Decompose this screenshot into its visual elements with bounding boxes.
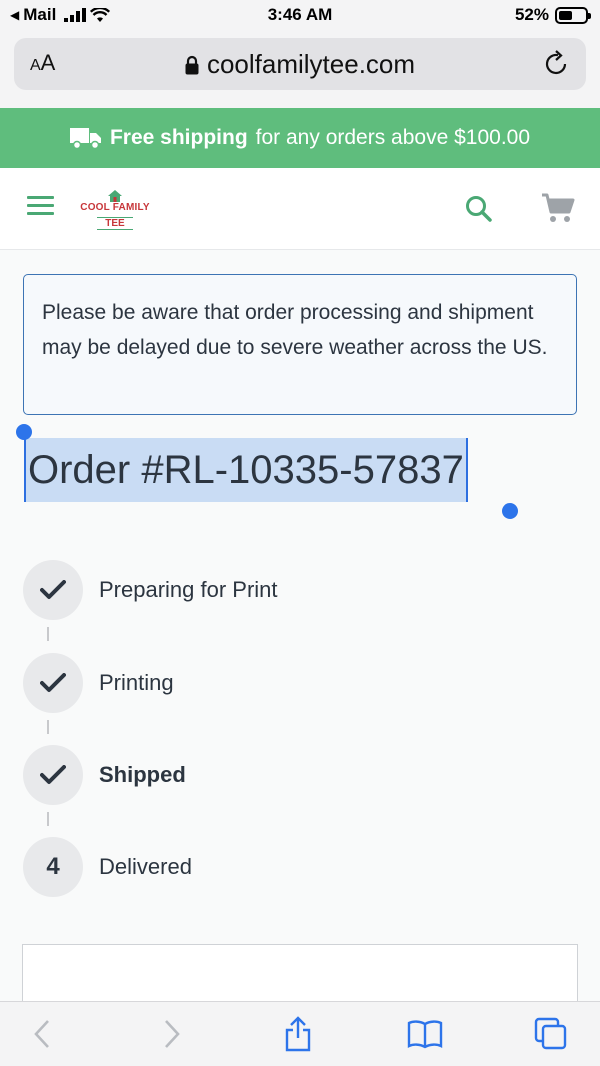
open-book-icon [407, 1020, 443, 1049]
checkmark-icon [40, 765, 66, 784]
promo-text: for any orders above $100.00 [255, 126, 531, 149]
bookmarks-button[interactable] [405, 1016, 445, 1052]
step-label: Printing [99, 670, 174, 695]
order-step-printing: Printing [23, 653, 423, 713]
tabs-icon [534, 1017, 567, 1050]
selection-start-handle[interactable] [16, 424, 32, 440]
clock: 3:46 AM [267, 5, 333, 24]
battery-percent: 52% [514, 5, 549, 24]
step-complete-badge [23, 745, 83, 805]
step-connector [47, 720, 49, 734]
menu-bar [27, 204, 54, 207]
cart-icon[interactable] [541, 192, 575, 224]
tabs-button[interactable] [531, 1016, 571, 1052]
house-logo-icon [108, 190, 122, 202]
menu-button[interactable] [27, 196, 54, 216]
share-icon [285, 1016, 311, 1052]
order-title[interactable]: Order #RL-10335-57837 [24, 438, 468, 502]
step-connector [47, 627, 49, 641]
forward-button[interactable] [152, 1016, 192, 1052]
order-step-shipped: Shipped [23, 745, 423, 805]
url-text: coolfamilytee.com [206, 49, 416, 79]
checkmark-icon [40, 673, 66, 692]
chevron-right-icon [165, 1020, 180, 1048]
site-logo[interactable]: COOL FAMILY TEE [78, 190, 152, 231]
battery-icon [555, 6, 591, 24]
site-header: COOL FAMILY TEE [0, 168, 600, 250]
status-bar: ◀ Mail 3:46 AM 52% [0, 0, 600, 30]
step-connector [47, 812, 49, 826]
logo-text-line1: COOL FAMILY [80, 202, 150, 213]
back-button[interactable] [22, 1016, 62, 1052]
browser-toolbar [0, 1001, 600, 1066]
order-step-preparing: Preparing for Print [23, 560, 423, 620]
step-label: Shipped [99, 762, 186, 787]
menu-bar [27, 196, 54, 199]
battery-fill [559, 10, 572, 20]
chevron-left-icon [34, 1020, 49, 1048]
step-number-badge: 4 [23, 837, 83, 897]
address-bar[interactable]: AA coolfamilytee.com [14, 38, 586, 90]
step-label: Delivered [99, 854, 192, 879]
browser-chrome: AA coolfamilytee.com [0, 30, 600, 108]
free-shipping-banner: Free shipping for any orders above $100.… [0, 108, 600, 168]
share-button[interactable] [278, 1016, 318, 1052]
checkmark-icon [40, 580, 66, 599]
search-icon[interactable] [464, 194, 494, 224]
step-complete-badge [23, 653, 83, 713]
step-complete-badge [23, 560, 83, 620]
logo-text-line2: TEE [97, 217, 133, 230]
lock-icon [185, 55, 199, 74]
order-step-delivered: 4 Delivered [23, 837, 423, 897]
menu-bar [27, 212, 54, 215]
url-display[interactable]: coolfamilytee.com [14, 49, 586, 80]
promo-bold-text: Free shipping [109, 126, 248, 149]
reload-icon[interactable] [544, 50, 570, 78]
weather-delay-notice: Please be aware that order processing an… [23, 274, 577, 415]
step-label: Preparing for Print [99, 577, 278, 602]
selection-end-handle[interactable] [502, 503, 518, 519]
delivery-truck-icon [69, 128, 101, 150]
